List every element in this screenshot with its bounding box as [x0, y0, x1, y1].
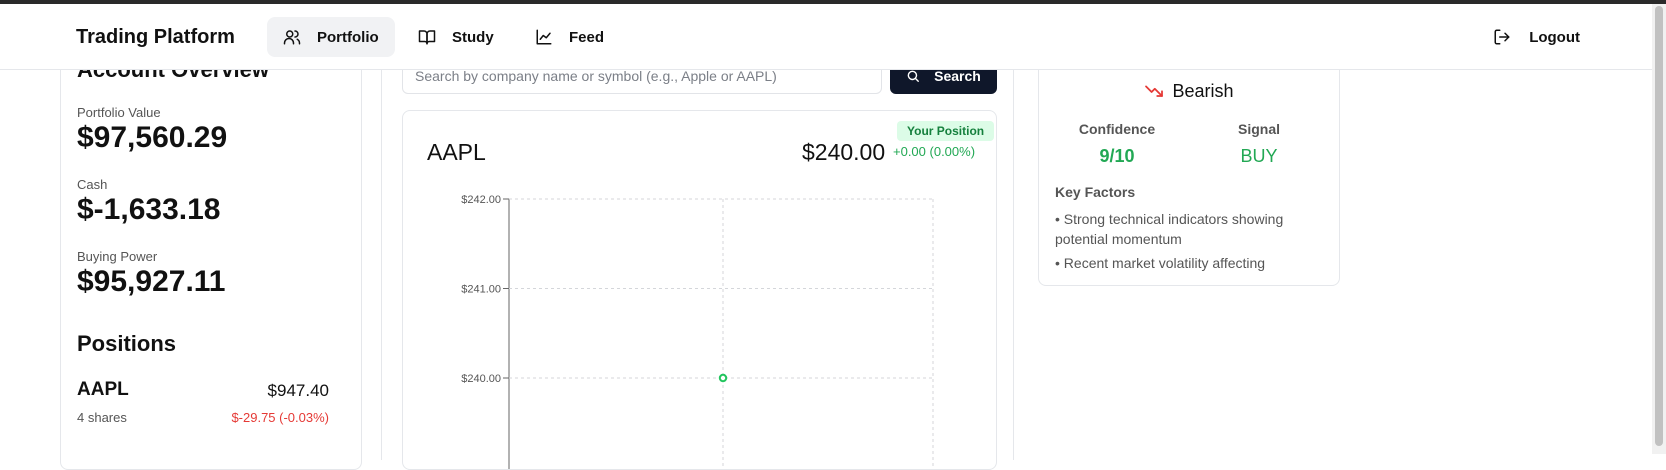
confidence-value: 9/10 — [1099, 146, 1135, 166]
book-open-icon — [418, 30, 436, 45]
sentiment-label: Bearish — [1172, 81, 1234, 101]
chart-y-tick-label: $240.00 — [461, 373, 501, 385]
position-value: $947.40 — [267, 381, 329, 400]
stock-chart-card: AAPL $240.00 Your Position +0.00 (0.00%)… — [402, 110, 997, 470]
confidence-label: Confidence — [1078, 121, 1156, 137]
key-factors-title: Key Factors — [1055, 184, 1136, 200]
scrollbar-thumb[interactable] — [1655, 6, 1663, 446]
column-divider-right — [1013, 40, 1014, 460]
nav-portfolio[interactable]: Portfolio — [267, 17, 395, 57]
search-button-label: Search — [934, 68, 981, 84]
key-factors-list: • Strong technical indicators showing po… — [1055, 209, 1315, 277]
position-symbol: AAPL — [77, 379, 129, 400]
signal-value: BUY — [1240, 146, 1278, 166]
key-factor-item: • Recent market volatility affecting — [1055, 255, 1266, 271]
nav-portfolio-label: Portfolio — [317, 28, 379, 46]
line-chart-icon — [536, 29, 552, 45]
cash-value: $-1,633.18 — [77, 193, 221, 226]
nav-feed-label: Feed — [569, 28, 605, 46]
nav-feed[interactable]: Feed — [519, 17, 620, 57]
top-navbar: Trading Platform Portfolio Study Feed Lo… — [0, 4, 1652, 70]
users-icon — [283, 30, 301, 45]
analysis-panel: Bearish Confidence 9/10 Signal BUY Key F… — [1038, 40, 1340, 286]
search-icon — [907, 70, 920, 82]
account-overview-panel: Account Overview Portfolio Value $97,560… — [60, 40, 362, 470]
logout-icon — [1494, 29, 1510, 45]
buying-power-label: Buying Power — [77, 249, 158, 264]
price-chart: $242.00 $241.00 $240.00 — [461, 194, 934, 469]
signal-label: Signal — [1237, 121, 1280, 137]
nav-study[interactable]: Study — [402, 17, 510, 57]
positions-title: Positions — [77, 331, 177, 356]
app-title: Trading Platform — [76, 26, 235, 48]
sentiment: Bearish — [1039, 81, 1339, 102]
key-factor-item: • Strong technical indicators showing po… — [1055, 211, 1284, 247]
cash-label: Cash — [77, 177, 108, 192]
page-scrollbar[interactable] — [1652, 4, 1666, 454]
trending-down-icon — [1145, 85, 1164, 97]
nav-study-label: Study — [452, 28, 494, 46]
portfolio-value-label: Portfolio Value — [77, 105, 161, 120]
logout-label: Logout — [1529, 28, 1580, 46]
position-change: $-29.75 (-0.03%) — [231, 410, 329, 425]
chart-data-point — [718, 373, 728, 383]
position-shares: 4 shares — [77, 410, 127, 425]
portfolio-value: $97,560.29 — [77, 121, 228, 154]
buying-power-value: $95,927.11 — [77, 265, 226, 298]
logout-button[interactable]: Logout — [1493, 17, 1580, 57]
column-divider-left — [381, 40, 382, 460]
chart-y-tick-label: $242.00 — [461, 194, 501, 206]
chart-y-tick-label: $241.00 — [461, 284, 501, 296]
